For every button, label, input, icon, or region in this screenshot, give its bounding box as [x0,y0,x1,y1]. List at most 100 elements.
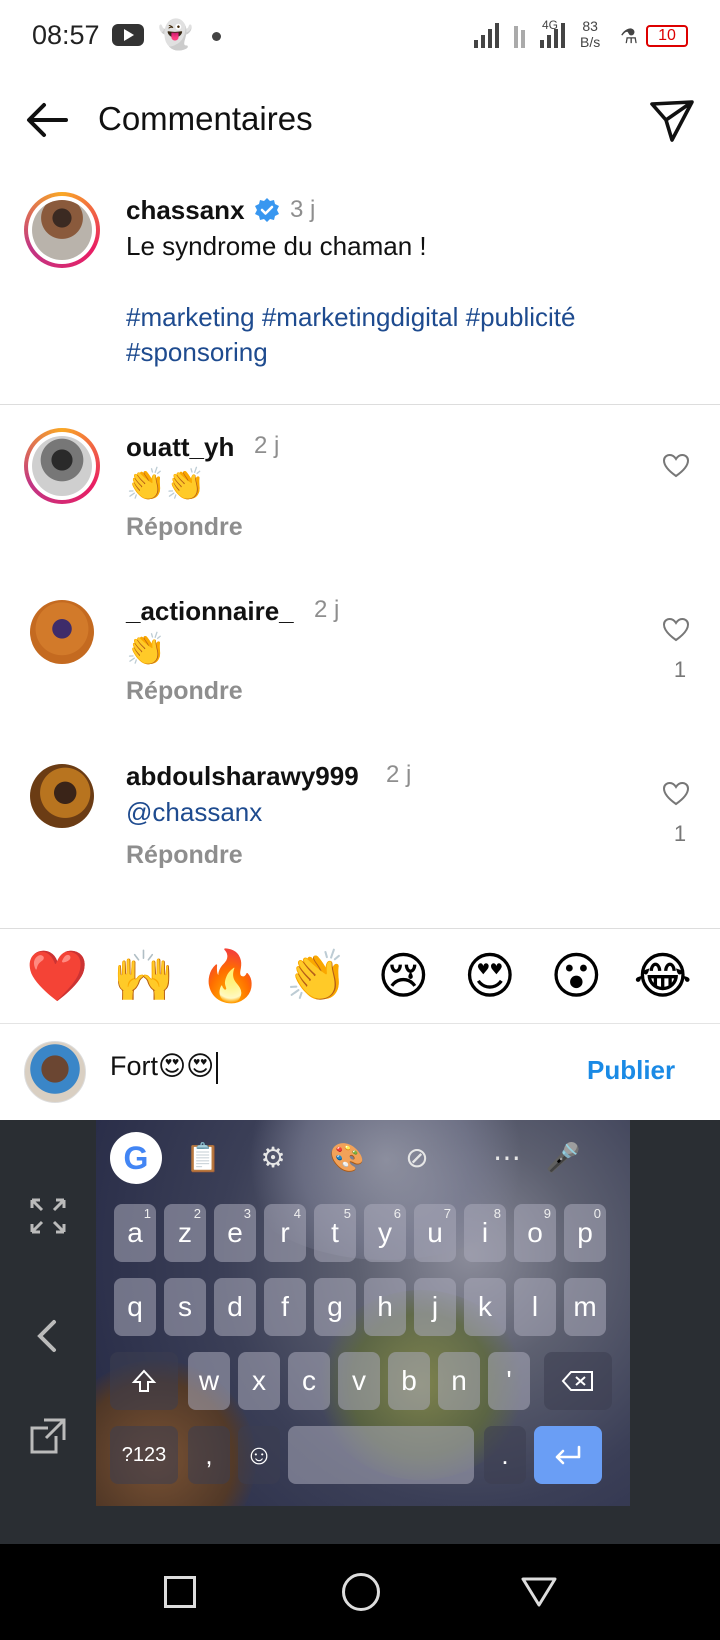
key-z[interactable]: z2 [164,1204,206,1262]
emoji-key[interactable]: ☺ [238,1426,280,1484]
publish-button[interactable]: Publier [587,1055,675,1086]
post-author-avatar[interactable] [24,192,100,268]
key-g[interactable]: g [314,1278,356,1336]
reply-button[interactable]: Répondre [126,677,243,706]
system-nav-bar [0,1544,720,1640]
space-key[interactable] [288,1426,474,1484]
emoji-heart-eyes-button[interactable]: 😍 [455,946,525,1006]
key-m[interactable]: m [564,1278,606,1336]
post-text: Le syndrome du chaman ! [126,231,427,261]
like-heart-icon[interactable] [662,616,690,644]
key-w[interactable]: w [188,1352,230,1410]
emoji-laughing-button[interactable]: 😂 [628,946,698,1006]
battery-icon: 10 [646,25,688,47]
theme-palette-icon[interactable]: 🎨 [322,1132,372,1182]
settings-gear-icon[interactable]: ⚙ [248,1132,298,1182]
key-y[interactable]: y6 [364,1204,406,1262]
comment-username[interactable]: abdoulsharawy999 [126,761,359,792]
comment-username[interactable]: ouatt_yh [126,432,234,463]
comment-composer: Fort😍😍 Publier [0,1025,720,1120]
key-q[interactable]: q [114,1278,156,1336]
back-arrow-icon[interactable] [22,94,74,146]
comment-username[interactable]: _actionnaire_ [126,596,294,627]
smiley-icon: ☺ [244,1439,274,1470]
reply-button[interactable]: Répondre [126,841,243,870]
clipboard-icon[interactable]: 📋 [178,1132,228,1182]
text-cursor [216,1051,219,1084]
emoji-clap-button[interactable]: 👏 [282,946,352,1006]
recent-apps-icon[interactable] [164,1576,196,1608]
emoji-raised-hands-button[interactable]: 🙌 [109,946,179,1006]
notification-dot-icon [212,32,221,41]
emoji-sad-button[interactable]: 😢 [368,946,438,1006]
home-icon[interactable] [342,1573,380,1611]
network-speed: 83 B/s [580,18,601,50]
key-b[interactable]: b [388,1352,430,1410]
expand-keyboard-icon[interactable] [24,1192,72,1240]
shift-arrow-icon [131,1369,157,1392]
period-key[interactable]: . [484,1426,526,1484]
no-image-icon[interactable]: ⊘ [392,1132,442,1182]
share-send-icon[interactable] [646,94,698,146]
key-o[interactable]: o9 [514,1204,556,1262]
key-p[interactable]: p0 [564,1204,606,1262]
comment-text: 👏👏 [126,466,206,502]
float-keyboard-icon[interactable] [24,1412,72,1460]
key-d[interactable]: d [214,1278,256,1336]
comment-avatar[interactable] [30,600,94,664]
backspace-key[interactable] [544,1352,612,1410]
key-i[interactable]: i8 [464,1204,506,1262]
microphone-icon[interactable]: 🎤 [538,1132,588,1182]
key-j[interactable]: j [414,1278,456,1336]
reply-button[interactable]: Répondre [126,513,243,542]
collapse-left-icon[interactable] [24,1312,72,1360]
emoji-fire-button[interactable]: 🔥 [195,946,265,1006]
more-options-icon[interactable]: ⋯ [482,1132,532,1182]
page-title: Commentaires [98,100,313,137]
post-username[interactable]: chassanx [126,195,245,226]
signal-icon [474,22,499,48]
like-heart-icon[interactable] [662,452,690,480]
comment-avatar[interactable] [30,764,94,828]
key-a[interactable]: a1 [114,1204,156,1262]
key-h[interactable]: h [364,1278,406,1336]
comment-mention[interactable]: @chassanx [126,797,262,828]
comment-avatar[interactable] [24,428,100,504]
emoji-surprised-button[interactable]: 😮 [541,946,611,1006]
comment-text: 👏 [126,631,166,667]
key-e[interactable]: e3 [214,1204,256,1262]
signal-icon-2 [540,22,565,48]
shift-key[interactable] [110,1352,178,1410]
comment-time: 2 j [386,761,412,788]
emoji-quick-bar: ❤️ 🙌 🔥 👏 😢 😍 😮 😂 [0,928,720,1024]
emoji-heart-button[interactable]: ❤️ [22,946,92,1006]
divider [0,404,720,405]
key-k[interactable]: k [464,1278,506,1336]
key-n[interactable]: n [438,1352,480,1410]
symbols-key[interactable]: ?123 [110,1426,178,1484]
key-v[interactable]: v [338,1352,380,1410]
key-apostrophe[interactable]: ' [488,1352,530,1410]
enter-arrow-icon [555,1445,581,1465]
youtube-icon [112,24,144,46]
key-t[interactable]: t5 [314,1204,356,1262]
key-l[interactable]: l [514,1278,556,1336]
enter-key[interactable] [534,1426,602,1484]
key-c[interactable]: c [288,1352,330,1410]
key-r[interactable]: r4 [264,1204,306,1262]
back-triangle-icon[interactable] [520,1576,558,1608]
post-hashtags[interactable]: #marketing #marketingdigital #publicité … [126,300,686,370]
data-arrows-icon [514,22,525,48]
key-u[interactable]: u7 [414,1204,456,1262]
like-heart-icon[interactable] [662,780,690,808]
current-user-avatar [24,1041,86,1103]
key-x[interactable]: x [238,1352,280,1410]
key-s[interactable]: s [164,1278,206,1336]
comment-time: 2 j [314,596,340,623]
comment-time: 2 j [254,432,280,459]
google-icon[interactable]: G [110,1132,162,1184]
comment-input[interactable]: Fort😍😍 [110,1051,219,1084]
comma-key[interactable]: , [188,1426,230,1484]
status-time: 08:57 [32,20,100,50]
key-f[interactable]: f [264,1278,306,1336]
